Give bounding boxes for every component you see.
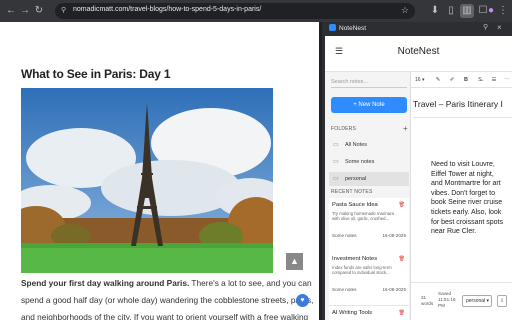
url-text: nomadicmatt.com/travel-blogs/how-to-spen…: [73, 6, 262, 13]
article-paragraph-line1: Spend your first day walking around Pari…: [21, 278, 312, 288]
note-title: Pasta Sauce Idea: [332, 202, 378, 208]
download-icon[interactable]: ⬇: [428, 4, 442, 18]
note-card[interactable]: AI Writing Tools 🗑: [329, 306, 409, 320]
pen-icon[interactable]: ✎: [433, 75, 443, 85]
bookmark-star-icon[interactable]: ☆: [401, 5, 409, 16]
note-editor: 16 ▾ ✎ ✐ B S̶ ☰ ⋯ Travel – Paris Itinera…: [411, 72, 512, 320]
app-logo-icon: [329, 24, 336, 31]
strikethrough-icon[interactable]: S̶: [475, 75, 485, 85]
address-bar[interactable]: ⚲ nomadicmatt.com/travel-blogs/how-to-sp…: [55, 3, 415, 19]
chevron-down-icon: ▾: [486, 298, 489, 304]
app-title: NoteNest: [397, 46, 440, 57]
folder-label: Some notes: [345, 159, 375, 165]
side-panel-title: NoteNest: [339, 25, 367, 32]
folder-label: All Notes: [345, 142, 368, 148]
site-info-icon[interactable]: ⚲: [61, 6, 66, 14]
search-input[interactable]: Search notes...: [331, 76, 407, 88]
editor-footer: 31 words Saved 11:51:16 PM personal ▾ ⇩: [411, 282, 512, 320]
delete-icon[interactable]: 🗑: [399, 310, 405, 316]
note-title: AI Writing Tools: [332, 310, 373, 316]
folder-icon: ▭: [333, 142, 339, 148]
forward-icon[interactable]: →: [18, 4, 32, 18]
word-count: 31 words: [421, 295, 434, 306]
note-title: Investment Notes: [332, 256, 378, 262]
note-folder: Some notes: [332, 233, 357, 238]
browser-toolbar: ← → ↻ ⚲ nomadicmatt.com/travel-blogs/how…: [0, 0, 512, 22]
list-icon[interactable]: ☰: [489, 75, 499, 85]
article-paragraph-bold: Spend your first day walking around Pari…: [21, 278, 190, 288]
pin-icon[interactable]: ⚲: [483, 23, 488, 31]
delete-icon[interactable]: 🗑: [399, 202, 405, 208]
folder-all-notes[interactable]: ▭ All Notes: [329, 138, 409, 152]
article-paragraph-rest: There's a lot to see, and you can: [189, 278, 312, 288]
eiffel-tower-photo: [21, 88, 273, 273]
reload-icon[interactable]: ↻: [32, 4, 46, 18]
highlight-icon[interactable]: ✐: [447, 75, 457, 85]
folder-select-value: personal: [466, 298, 486, 304]
side-panel-icon[interactable]: ▥: [460, 4, 474, 18]
new-note-button[interactable]: + New Note: [331, 97, 407, 113]
folder-some-notes[interactable]: ▭ Some notes: [329, 155, 409, 169]
folder-select[interactable]: personal ▾: [462, 295, 492, 307]
folder-icon: ▭: [333, 176, 339, 182]
note-date: 16-08-2025: [382, 287, 407, 292]
back-icon[interactable]: ←: [4, 4, 18, 18]
delete-icon[interactable]: 🗑: [399, 256, 405, 262]
app-header: ☰ NoteNest: [325, 36, 512, 72]
saved-status: Saved 11:51:16 PM: [438, 291, 456, 308]
note-body-textarea[interactable]: Need to visit Louvre, Eiffel Tower at ni…: [431, 160, 507, 237]
side-panel: NoteNest ⚲ × ☰ NoteNest Search notes... …: [322, 22, 512, 320]
extensions-icon[interactable]: ▯: [444, 4, 458, 18]
bold-icon[interactable]: B: [461, 75, 471, 85]
side-panel-header: NoteNest ⚲ ×: [325, 22, 512, 36]
font-size-value: 16: [415, 77, 421, 83]
export-icon[interactable]: ⇩: [497, 295, 507, 307]
note-date: 16-08-2025: [382, 233, 407, 238]
folder-personal[interactable]: ▭ personal: [329, 172, 409, 186]
folder-label: personal: [345, 176, 367, 182]
note-preview: Index funds are safer long-term compared…: [332, 265, 392, 275]
note-title-input[interactable]: Travel – Paris Itinerary I: [413, 99, 512, 118]
article-paragraph-line2: spend a good half day (or whole day) wan…: [21, 295, 314, 305]
note-folder: Some notes: [332, 287, 357, 292]
menu-icon[interactable]: ⋮: [496, 4, 510, 18]
shield-icon[interactable]: ♥: [296, 294, 309, 307]
web-page: What to See in Paris: Day 1 Spend your f…: [0, 22, 319, 320]
folder-icon: ▭: [333, 159, 339, 165]
recent-notes-label: RECENT NOTES: [331, 189, 373, 195]
add-folder-icon[interactable]: +: [403, 124, 408, 133]
notes-sidebar: Search notes... + New Note FOLDERS + ▭ A…: [325, 72, 411, 320]
article-heading: What to See in Paris: Day 1: [21, 67, 171, 81]
scroll-to-top-button[interactable]: ▲: [286, 253, 303, 270]
note-card[interactable]: Investment Notes 🗑 Index funds are safer…: [329, 252, 409, 306]
note-preview: Try making homemade marinara with olive …: [332, 211, 394, 221]
folders-section-label: FOLDERS: [331, 126, 357, 132]
more-icon[interactable]: ⋯: [502, 75, 512, 85]
format-toolbar: 16 ▾ ✎ ✐ B S̶ ☰ ⋯: [411, 72, 512, 88]
font-size-select[interactable]: 16 ▾: [415, 75, 429, 85]
close-icon[interactable]: ×: [497, 23, 502, 32]
article-paragraph-line3: and neighborhoods of the city. If you wa…: [21, 312, 309, 320]
